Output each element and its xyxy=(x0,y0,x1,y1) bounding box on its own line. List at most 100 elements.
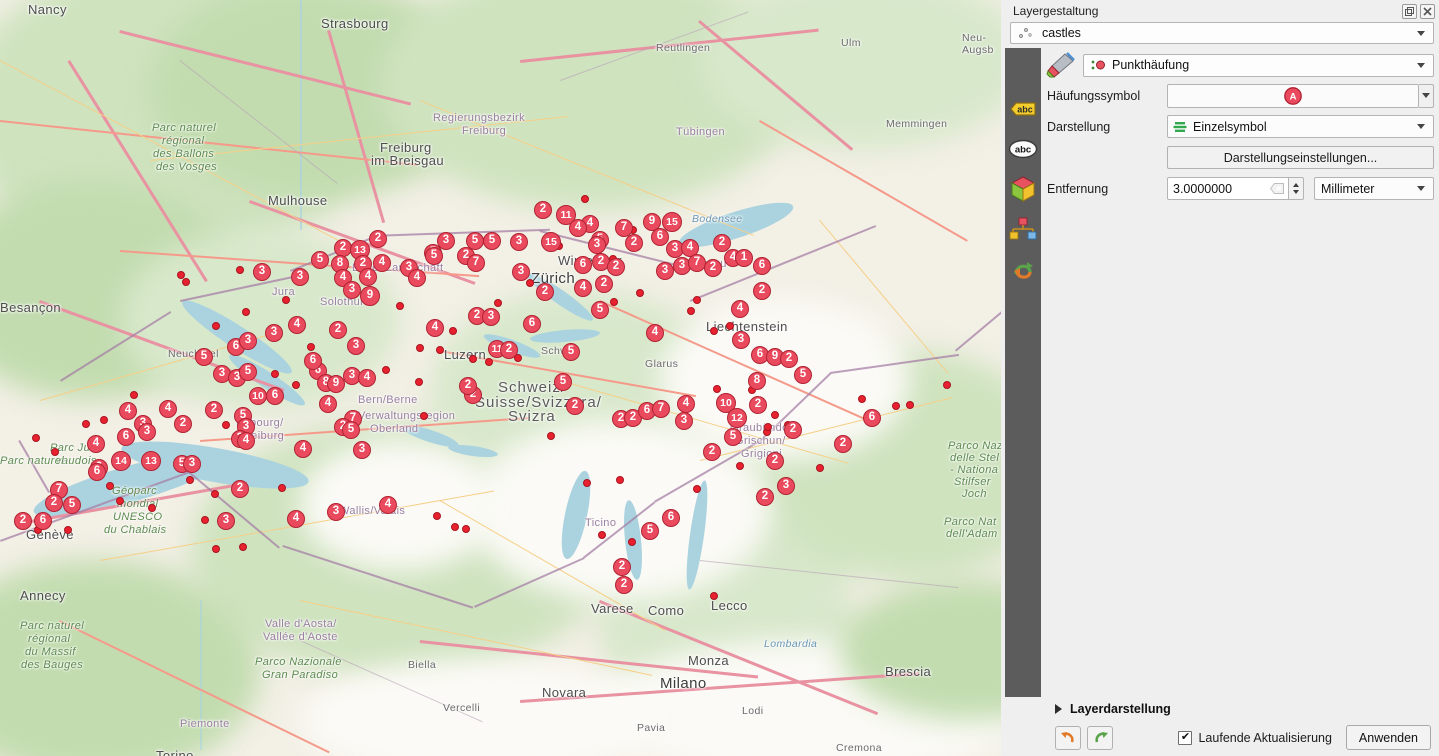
map-point-marker[interactable] xyxy=(415,378,423,386)
map-point-marker[interactable] xyxy=(628,538,636,546)
cluster-marker[interactable]: 3 xyxy=(437,232,455,250)
layer-selector-combo[interactable]: castles xyxy=(1010,22,1434,44)
clear-icon[interactable] xyxy=(1270,183,1284,195)
map-point-marker[interactable] xyxy=(713,385,721,393)
map-point-marker[interactable] xyxy=(451,523,459,531)
cluster-marker[interactable]: 4 xyxy=(426,319,444,337)
cluster-marker[interactable]: 3 xyxy=(512,263,530,281)
masks-abc-icon[interactable]: abc xyxy=(1008,134,1038,164)
cluster-marker[interactable]: 5 xyxy=(483,232,501,250)
cluster-marker[interactable]: 3 xyxy=(343,281,361,299)
map-point-marker[interactable] xyxy=(130,391,138,399)
cluster-marker[interactable]: 8 xyxy=(748,372,766,390)
cluster-marker[interactable]: 4 xyxy=(731,300,749,318)
map-point-marker[interactable] xyxy=(816,464,824,472)
cluster-marker[interactable]: 2 xyxy=(780,350,798,368)
layer-rendering-section[interactable]: Layerdarstellung xyxy=(1013,697,1431,721)
cluster-marker[interactable]: 6 xyxy=(117,428,135,446)
map-point-marker[interactable] xyxy=(278,484,286,492)
cluster-marker[interactable]: 3 xyxy=(183,455,201,473)
cluster-marker[interactable]: 2 xyxy=(536,283,554,301)
undo-arrow-icon[interactable] xyxy=(1055,726,1081,750)
float-icon[interactable] xyxy=(1402,4,1417,19)
cluster-marker[interactable]: 2 xyxy=(369,230,387,248)
map-point-marker[interactable] xyxy=(212,322,220,330)
distance-spinbox[interactable]: 3.0000000 xyxy=(1167,177,1304,200)
cluster-marker[interactable]: 4 xyxy=(677,395,695,413)
map-point-marker[interactable] xyxy=(583,479,591,487)
sub-renderer-combo[interactable]: Einzelsymbol xyxy=(1167,115,1434,138)
cluster-marker[interactable]: 2 xyxy=(566,397,584,415)
map-point-marker[interactable] xyxy=(598,531,606,539)
cluster-marker[interactable]: 2 xyxy=(834,435,852,453)
close-icon[interactable] xyxy=(1420,4,1435,19)
cluster-marker[interactable]: 4 xyxy=(373,254,391,272)
distance-unit-combo[interactable]: Millimeter xyxy=(1314,177,1434,200)
cluster-marker[interactable]: 6 xyxy=(88,463,106,481)
distance-input[interactable]: 3.0000000 xyxy=(1167,177,1288,200)
map-point-marker[interactable] xyxy=(449,327,457,335)
map-point-marker[interactable] xyxy=(211,490,219,498)
cluster-marker[interactable]: 3 xyxy=(239,332,257,350)
cluster-marker[interactable]: 4 xyxy=(574,279,592,297)
cluster-marker[interactable]: 5 xyxy=(724,428,742,446)
map-point-marker[interactable] xyxy=(212,545,220,553)
renderer-settings-button[interactable]: Darstellungseinstellungen... xyxy=(1167,146,1434,169)
map-point-marker[interactable] xyxy=(32,434,40,442)
cluster-marker[interactable]: 3 xyxy=(588,236,606,254)
map-point-marker[interactable] xyxy=(469,355,477,363)
panel-splitter[interactable] xyxy=(1001,0,1005,756)
cluster-marker[interactable]: 4 xyxy=(379,496,397,514)
map-point-marker[interactable] xyxy=(771,411,779,419)
map-point-marker[interactable] xyxy=(236,266,244,274)
cluster-marker[interactable]: 3 xyxy=(265,324,283,342)
map-point-marker[interactable] xyxy=(282,296,290,304)
actions-arrow-icon[interactable] xyxy=(1008,254,1038,284)
cluster-marker[interactable]: 2 xyxy=(595,275,613,293)
diagrams-icon[interactable] xyxy=(1008,214,1038,244)
map-point-marker[interactable] xyxy=(906,401,914,409)
map-point-marker[interactable] xyxy=(726,322,734,330)
cluster-marker[interactable]: 3 xyxy=(732,331,750,349)
cluster-marker[interactable]: 2 xyxy=(45,494,63,512)
cluster-marker[interactable]: 2 xyxy=(231,480,249,498)
cluster-marker[interactable]: 4 xyxy=(569,219,587,237)
cluster-marker[interactable]: 2 xyxy=(766,452,784,470)
cluster-marker[interactable]: 5 xyxy=(342,421,360,439)
cluster-marker[interactable]: 6 xyxy=(523,315,541,333)
cluster-marker[interactable]: 7 xyxy=(652,400,670,418)
cluster-marker[interactable]: 3 xyxy=(291,268,309,286)
map-point-marker[interactable] xyxy=(420,412,428,420)
cluster-marker[interactable]: 2 xyxy=(784,421,802,439)
cluster-marker[interactable]: 3 xyxy=(777,477,795,495)
cluster-marker[interactable]: 5 xyxy=(591,301,609,319)
cluster-marker[interactable]: 3 xyxy=(138,423,156,441)
cluster-marker[interactable]: 4 xyxy=(359,268,377,286)
map-point-marker[interactable] xyxy=(693,296,701,304)
cluster-marker[interactable]: 10 xyxy=(249,387,267,405)
map-point-marker[interactable] xyxy=(242,308,250,316)
map-point-marker[interactable] xyxy=(106,482,114,490)
stepper-down-icon[interactable] xyxy=(1293,190,1299,194)
cluster-marker[interactable]: 4 xyxy=(159,400,177,418)
cluster-marker[interactable]: 6 xyxy=(662,509,680,527)
map-point-marker[interactable] xyxy=(82,420,90,428)
map-point-marker[interactable] xyxy=(710,327,718,335)
cluster-marker[interactable]: 5 xyxy=(311,251,329,269)
cluster-marker[interactable]: 14 xyxy=(111,451,131,471)
cluster-marker[interactable]: 6 xyxy=(753,257,771,275)
cluster-marker[interactable]: 4 xyxy=(294,440,312,458)
cluster-marker[interactable]: 4 xyxy=(119,402,137,420)
cluster-marker[interactable]: 6 xyxy=(863,409,881,427)
cluster-marker[interactable]: 5 xyxy=(63,496,81,514)
3d-cube-icon[interactable] xyxy=(1008,174,1038,204)
map-point-marker[interactable] xyxy=(485,358,493,366)
cluster-marker[interactable]: 2 xyxy=(174,415,192,433)
cluster-marker[interactable]: 3 xyxy=(656,262,674,280)
cluster-marker[interactable]: 4 xyxy=(319,395,337,413)
cluster-marker[interactable]: 4 xyxy=(287,510,305,528)
map-point-marker[interactable] xyxy=(616,476,624,484)
cluster-marker[interactable]: 5 xyxy=(239,363,257,381)
cluster-marker[interactable]: 2 xyxy=(703,443,721,461)
cluster-marker[interactable]: 4 xyxy=(237,432,255,450)
